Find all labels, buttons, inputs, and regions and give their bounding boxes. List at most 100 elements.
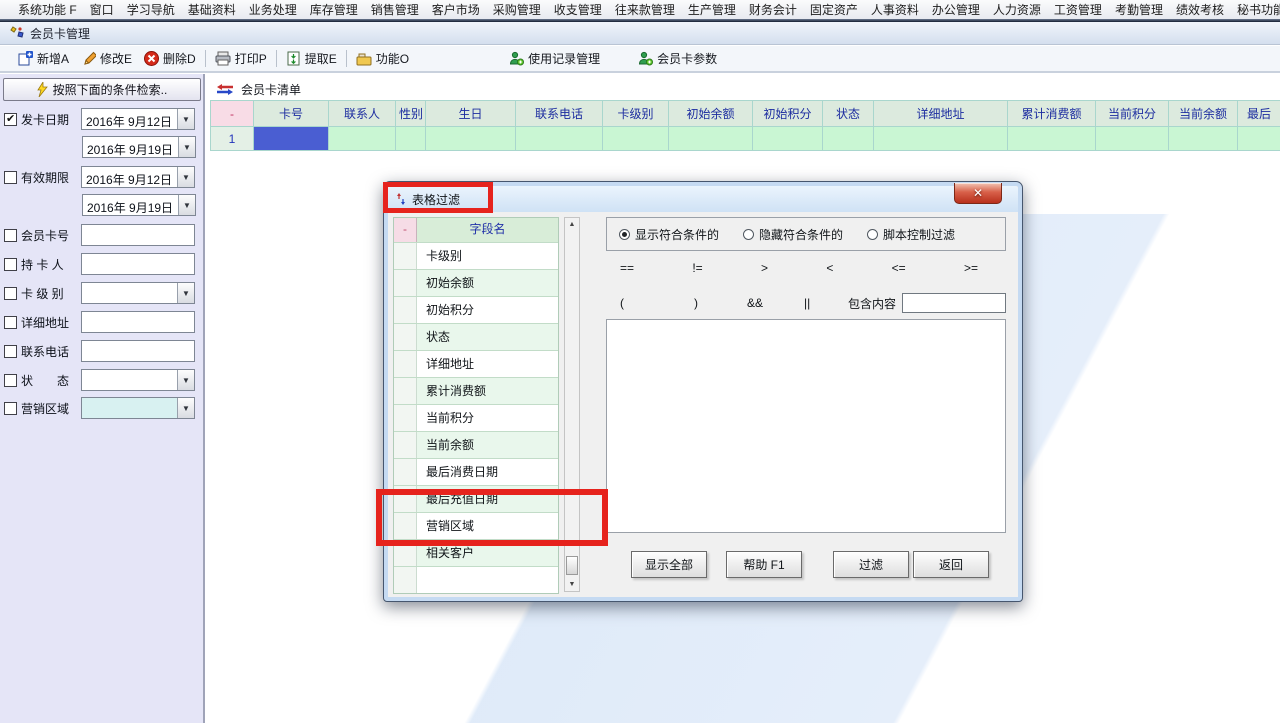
menu-item[interactable]: 固定资产 <box>808 1 860 18</box>
menu-item[interactable]: 窗口 <box>88 1 116 18</box>
valid-period-checkbox[interactable] <box>4 171 17 184</box>
column-header[interactable]: 生日 <box>426 101 516 127</box>
radio-show-matching[interactable]: 显示符合条件的 <box>619 226 719 243</box>
phone-checkbox[interactable] <box>4 345 17 358</box>
delete-button[interactable]: 删除D <box>138 48 202 69</box>
menu-item[interactable]: 秘书功能 <box>1235 1 1280 18</box>
operator-gte[interactable]: >= <box>964 261 978 275</box>
field-item[interactable]: 初始余额 <box>394 269 558 296</box>
menu-item[interactable]: 业务处理 <box>247 1 299 18</box>
card-level-select[interactable] <box>81 282 195 304</box>
menu-item[interactable]: 销售管理 <box>369 1 421 18</box>
column-header[interactable]: 详细地址 <box>874 101 1008 127</box>
column-header[interactable]: 最后 <box>1238 101 1280 127</box>
menu-item[interactable]: 客户市场 <box>430 1 482 18</box>
valid-period-to-select[interactable]: 2016年 9月19日 <box>82 194 196 216</box>
field-item[interactable]: 累计消费额 <box>394 377 558 404</box>
menu-item[interactable]: 收支管理 <box>552 1 604 18</box>
cell[interactable] <box>396 127 426 151</box>
menu-item[interactable]: 考勤管理 <box>1113 1 1165 18</box>
issue-date-from-select[interactable]: 2016年 9月12日 <box>81 108 195 130</box>
search-by-conditions-button[interactable]: 按照下面的条件检索.. <box>3 78 201 101</box>
help-button[interactable]: 帮助 F1 <box>726 551 802 578</box>
selected-cell[interactable] <box>254 127 329 151</box>
cell[interactable] <box>603 127 669 151</box>
holder-input[interactable] <box>81 253 195 275</box>
radio-hide-matching[interactable]: 隐藏符合条件的 <box>743 226 843 243</box>
add-button[interactable]: 新增A <box>12 48 75 69</box>
usage-log-button[interactable]: 使用记录管理 <box>503 48 606 69</box>
phone-input[interactable] <box>81 340 195 362</box>
card-level-checkbox[interactable] <box>4 287 17 300</box>
card-params-button[interactable]: 会员卡参数 <box>632 48 723 69</box>
cell[interactable] <box>516 127 603 151</box>
menu-item[interactable]: 人力资源 <box>991 1 1043 18</box>
chevron-down-icon[interactable] <box>177 370 194 390</box>
menu-item[interactable]: 系统功能 F <box>16 1 79 18</box>
back-button[interactable]: 返回 <box>913 551 989 578</box>
column-header[interactable]: 卡号 <box>254 101 329 127</box>
chevron-down-icon[interactable] <box>177 167 194 187</box>
menu-item[interactable]: 生产管理 <box>686 1 738 18</box>
corner-header-cell[interactable]: - <box>211 101 254 127</box>
column-header[interactable]: 状态 <box>823 101 874 127</box>
row-number-cell[interactable]: 1 <box>211 127 254 151</box>
operator-lt[interactable]: < <box>826 261 833 275</box>
address-checkbox[interactable] <box>4 316 17 329</box>
cell[interactable] <box>329 127 396 151</box>
menu-item[interactable]: 工资管理 <box>1052 1 1104 18</box>
issue-date-checkbox[interactable] <box>4 113 17 126</box>
column-header[interactable]: 当前余额 <box>1169 101 1238 127</box>
column-header[interactable]: 当前积分 <box>1096 101 1169 127</box>
filter-expression-area[interactable] <box>606 319 1006 533</box>
operator-and[interactable]: && <box>747 296 804 310</box>
column-header[interactable]: 初始余额 <box>669 101 753 127</box>
operator-lte[interactable]: <= <box>892 261 906 275</box>
tab-member-card-management[interactable]: 会员卡管理 <box>30 25 90 42</box>
cell[interactable] <box>426 127 516 151</box>
scroll-down-icon[interactable]: ▼ <box>566 578 578 591</box>
menu-item[interactable]: 库存管理 <box>308 1 360 18</box>
chevron-down-icon[interactable] <box>177 283 194 303</box>
menu-item[interactable]: 采购管理 <box>491 1 543 18</box>
status-checkbox[interactable] <box>4 374 17 387</box>
menu-item[interactable]: 往来款管理 <box>613 1 677 18</box>
cell[interactable] <box>1096 127 1169 151</box>
cell[interactable] <box>1008 127 1096 151</box>
scrollbar-thumb[interactable] <box>566 556 578 575</box>
field-item[interactable]: 卡级别 <box>394 242 558 269</box>
function-button[interactable]: 功能O <box>350 48 415 69</box>
scroll-up-icon[interactable]: ▲ <box>566 218 578 231</box>
operator-or[interactable]: || <box>804 296 848 310</box>
operator-eq[interactable]: == <box>620 261 634 275</box>
column-header[interactable]: 联系电话 <box>516 101 603 127</box>
column-header[interactable]: 初始积分 <box>753 101 823 127</box>
print-button[interactable]: 打印P <box>209 48 273 69</box>
region-select[interactable] <box>81 397 195 419</box>
cell[interactable] <box>1169 127 1238 151</box>
region-checkbox[interactable] <box>4 402 17 415</box>
holder-checkbox[interactable] <box>4 258 17 271</box>
field-item[interactable]: 当前余额 <box>394 431 558 458</box>
valid-period-from-select[interactable]: 2016年 9月12日 <box>81 166 195 188</box>
chevron-down-icon[interactable] <box>177 109 194 129</box>
issue-date-to-select[interactable]: 2016年 9月19日 <box>82 136 196 158</box>
chevron-down-icon[interactable] <box>177 398 194 418</box>
column-header[interactable]: 联系人 <box>329 101 396 127</box>
show-all-button[interactable]: 显示全部 <box>631 551 707 578</box>
radio-script-filter[interactable]: 脚本控制过滤 <box>867 226 955 243</box>
operator-gt[interactable]: > <box>761 261 768 275</box>
cell[interactable] <box>1238 127 1280 151</box>
operator-lparen[interactable]: ( <box>620 296 694 310</box>
cell[interactable] <box>669 127 753 151</box>
cell[interactable] <box>874 127 1008 151</box>
chevron-down-icon[interactable] <box>178 137 195 157</box>
menu-item[interactable]: 绩效考核 <box>1174 1 1226 18</box>
operator-neq[interactable]: != <box>692 261 702 275</box>
operator-rparen[interactable]: ) <box>694 296 747 310</box>
extract-button[interactable]: 提取E <box>280 48 343 69</box>
table-row[interactable]: 1 <box>211 127 1280 151</box>
menu-item[interactable]: 办公管理 <box>930 1 982 18</box>
field-item[interactable]: 当前积分 <box>394 404 558 431</box>
menu-item[interactable]: 基础资料 <box>186 1 238 18</box>
